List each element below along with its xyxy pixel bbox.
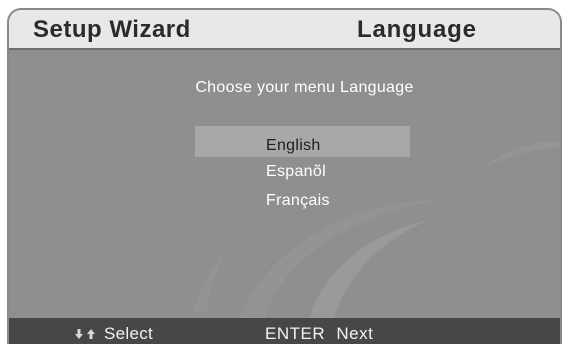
next-label: Next — [336, 324, 374, 343]
up-arrow-icon — [87, 329, 95, 339]
down-arrow-icon — [75, 329, 83, 339]
wizard-header: Setup Wizard Language — [9, 10, 560, 50]
footer-select-hint: Select — [74, 324, 153, 344]
wizard-title: Setup Wizard — [33, 16, 191, 43]
language-option-english[interactable]: English — [195, 126, 410, 157]
language-list: English Espanõl Français — [195, 126, 410, 215]
select-label: Select — [104, 324, 154, 343]
setup-wizard-panel: Setup Wizard Language Choose your menu L… — [7, 8, 562, 344]
footer-hint-bar: Select ENTER Next — [9, 318, 560, 344]
language-option-espanol[interactable]: Espanõl — [195, 157, 410, 186]
enter-key-label: ENTER — [265, 324, 326, 343]
language-prompt: Choose your menu Language — [195, 79, 414, 96]
section-title: Language — [357, 16, 477, 43]
footer-next-hint: ENTER Next — [265, 324, 373, 344]
language-option-francais[interactable]: Français — [195, 186, 410, 215]
